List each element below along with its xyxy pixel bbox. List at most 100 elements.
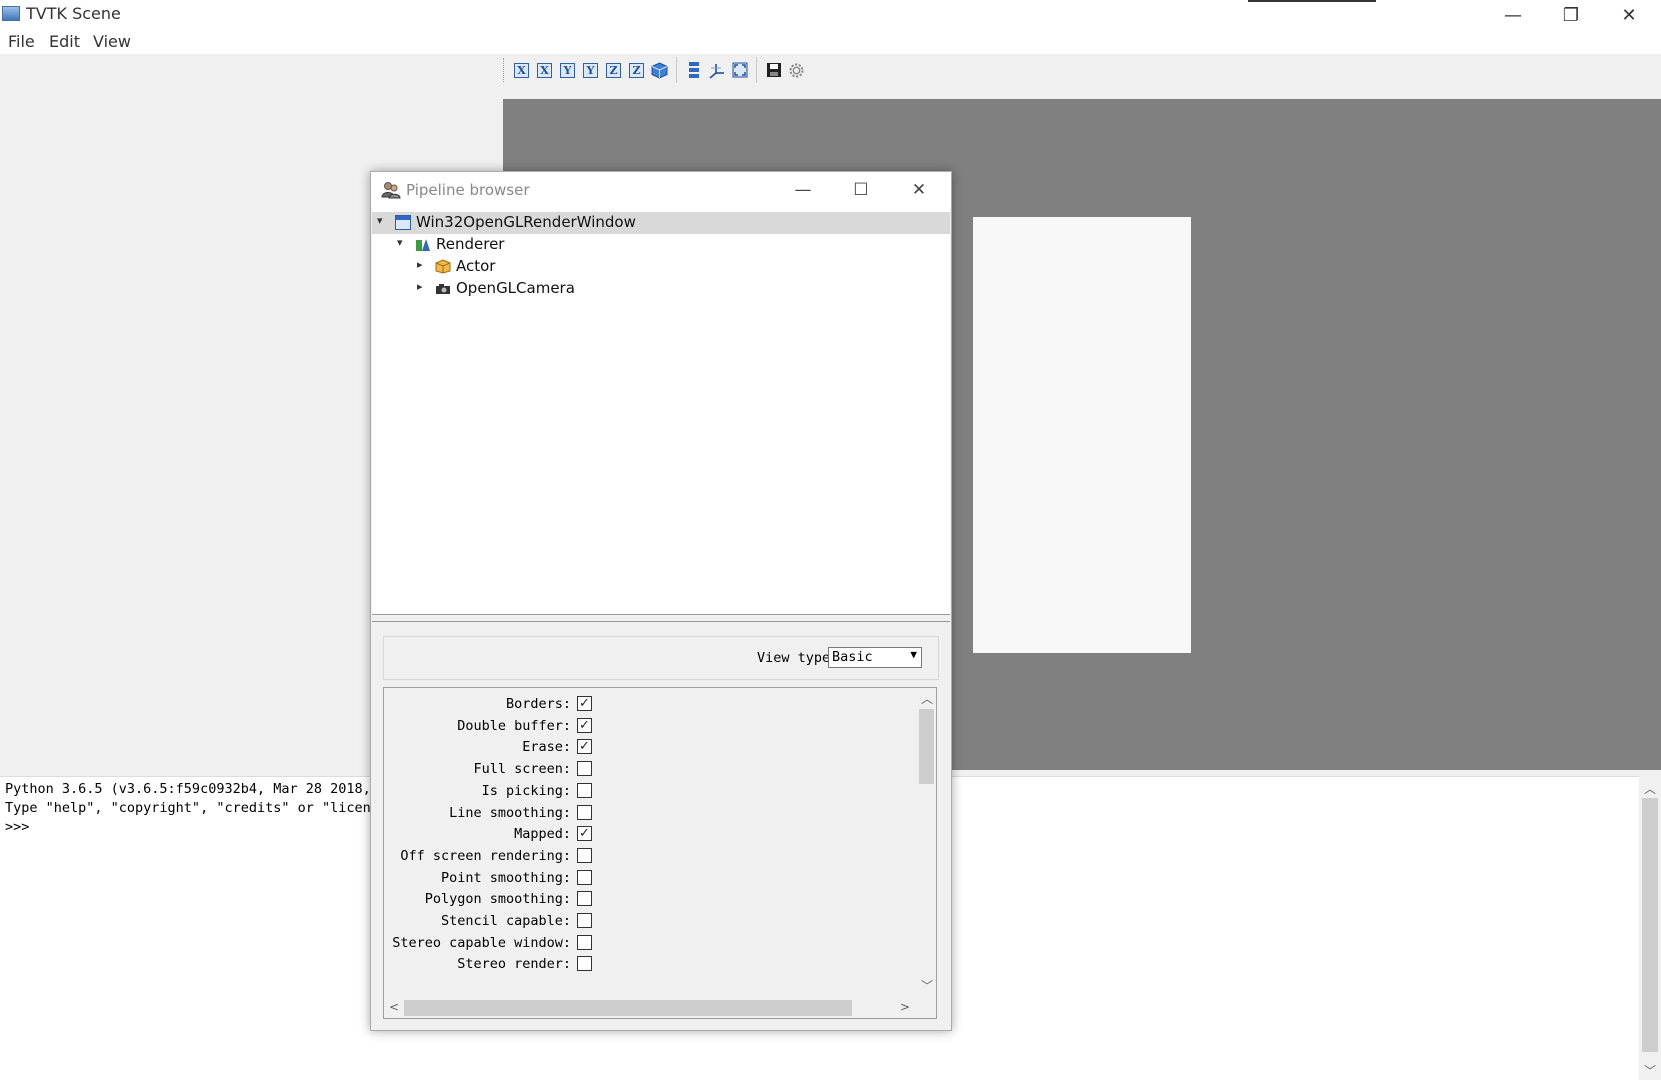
restore-button[interactable]: ❐ [1542, 0, 1600, 30]
rendered-object [973, 217, 1191, 653]
vscroll-thumb[interactable] [919, 709, 934, 784]
properties-panel[interactable]: Borders: ✓ Double buffer: ✓ Erase: ✓ Full scre… [383, 687, 937, 1019]
parallel-projection-button[interactable] [684, 61, 703, 80]
properties-hscrollbar[interactable]: < > [384, 998, 917, 1018]
title-bar: TVTK Scene — ❐ ✕ [0, 0, 1661, 30]
panel-splitter[interactable] [372, 615, 950, 622]
configure-scene-button[interactable] [787, 61, 806, 80]
axes-icon [709, 63, 724, 79]
property-row: Erase: ✓ [384, 736, 914, 758]
tree-item-camera[interactable]: ▸ OpenGLCamera [372, 278, 950, 300]
tree-item-label: Actor [456, 257, 496, 275]
projection-icon [688, 62, 699, 78]
dialog-minimize-button[interactable]: — [774, 174, 832, 206]
property-checkbox[interactable] [577, 869, 592, 885]
cube-icon [651, 61, 668, 79]
scroll-down-icon[interactable]: ﹀ [1644, 1062, 1656, 1079]
property-row: Polygon smoothing: [384, 888, 914, 910]
users-icon [381, 182, 401, 199]
z-axis-icon: Z [606, 62, 621, 78]
toolbar-grip[interactable] [503, 58, 506, 82]
chevron-down-icon[interactable]: ▾ [397, 236, 403, 249]
property-label: Double buffer: [457, 717, 571, 734]
close-button[interactable]: ✕ [1600, 0, 1658, 30]
axes-toggle-button[interactable] [707, 61, 726, 80]
isometric-view-button[interactable] [650, 61, 669, 80]
chevron-right-icon[interactable]: ▸ [417, 258, 423, 271]
property-checkbox[interactable]: ✓ [577, 717, 592, 733]
property-checkbox[interactable] [577, 782, 592, 798]
shell-scrollbar[interactable]: ︿ ﹀ [1639, 776, 1661, 1080]
restore-icon: ❐ [1562, 4, 1580, 26]
hscroll-thumb[interactable] [404, 1000, 852, 1016]
dialog-title: Pipeline browser [406, 181, 530, 199]
save-icon [766, 63, 781, 77]
view-type-group: View type: Basic ▼ [383, 636, 939, 680]
shell-line: Type "help", "copyright", "credits" or "… [5, 800, 379, 816]
view-y-plus-button[interactable]: Y [558, 61, 577, 80]
view-x-minus-button[interactable]: X [535, 61, 554, 80]
shell-line: Python 3.6.5 (v3.6.5:f59c0932b4, Mar 28 … [5, 781, 371, 797]
tree-item-actor[interactable]: ▸ Actor [372, 256, 950, 278]
view-y-minus-button[interactable]: Y [581, 61, 600, 80]
property-checkbox[interactable] [577, 761, 592, 777]
property-checkbox[interactable]: ✓ [577, 826, 592, 842]
scroll-left-icon[interactable]: < [389, 1000, 399, 1014]
view-type-select[interactable]: Basic ▼ [828, 647, 922, 668]
property-checkbox[interactable]: ✓ [577, 739, 592, 755]
scroll-right-icon[interactable]: > [900, 1000, 910, 1014]
property-checkbox[interactable] [577, 847, 592, 863]
view-z-minus-button[interactable]: Z [627, 61, 646, 80]
menu-file[interactable]: File [8, 32, 35, 51]
pipeline-tree[interactable]: ▾ Win32OpenGLRenderWindow ▾ Renderer ▸ A… [372, 208, 950, 615]
property-row: Stencil capable: [384, 910, 914, 932]
y-axis-icon: Y [560, 62, 575, 78]
tree-item-renderer[interactable]: ▾ Renderer [372, 234, 950, 256]
property-row: Is picking: [384, 780, 914, 802]
menu-view[interactable]: View [93, 32, 131, 51]
tree-item-render-window[interactable]: ▾ Win32OpenGLRenderWindow [372, 212, 950, 234]
tree-item-label: Renderer [436, 235, 505, 253]
scroll-down-icon[interactable]: ﹀ [921, 977, 933, 994]
menu-edit[interactable]: Edit [49, 32, 80, 51]
dialog-close-button[interactable]: ✕ [890, 174, 948, 206]
checkmark-icon: ✓ [579, 739, 590, 755]
scroll-up-icon[interactable]: ︿ [921, 690, 933, 707]
render-window-icon [395, 215, 411, 230]
maximize-icon: ☐ [853, 180, 869, 200]
property-row: Borders: ✓ [384, 693, 914, 715]
chevron-down-icon[interactable]: ▾ [377, 214, 383, 227]
chevron-right-icon[interactable]: ▸ [417, 280, 423, 293]
scroll-up-icon[interactable]: ︿ [1644, 780, 1656, 797]
save-snapshot-button[interactable] [764, 61, 783, 80]
x-axis-icon: X [537, 62, 552, 78]
menu-bar: File Edit View [0, 30, 1661, 54]
shell-scroll-thumb[interactable] [1642, 798, 1658, 1052]
view-z-plus-button[interactable]: Z [604, 61, 623, 80]
window-title: TVTK Scene [26, 4, 121, 23]
view-type-label: View type: [757, 650, 839, 666]
property-label: Borders: [505, 696, 571, 712]
property-checkbox[interactable] [577, 891, 592, 907]
property-row: Mapped: ✓ [384, 823, 914, 845]
checkmark-icon: ✓ [579, 696, 590, 711]
full-screen-button[interactable] [730, 61, 749, 80]
close-icon: ✕ [911, 180, 927, 200]
property-checkbox[interactable] [577, 804, 592, 820]
property-label: Point smoothing: [440, 869, 571, 886]
minimize-icon: — [1504, 4, 1522, 26]
dialog-maximize-button[interactable]: ☐ [832, 174, 890, 206]
property-row: Point smoothing: [384, 867, 914, 889]
property-checkbox[interactable] [577, 934, 592, 950]
property-label: Stencil capable: [440, 913, 571, 929]
minimize-button[interactable]: — [1484, 0, 1542, 30]
property-checkbox[interactable]: ✓ [577, 696, 592, 711]
properties-vscrollbar[interactable]: ︿ ﹀ [917, 688, 936, 997]
z-axis-icon: Z [629, 62, 644, 78]
property-checkbox[interactable] [577, 913, 592, 928]
x-axis-icon: X [514, 62, 529, 78]
app-icon [2, 6, 20, 21]
property-checkbox[interactable] [577, 956, 592, 972]
view-x-plus-button[interactable]: X [512, 61, 531, 80]
dropdown-arrow-icon: ▼ [910, 648, 917, 661]
